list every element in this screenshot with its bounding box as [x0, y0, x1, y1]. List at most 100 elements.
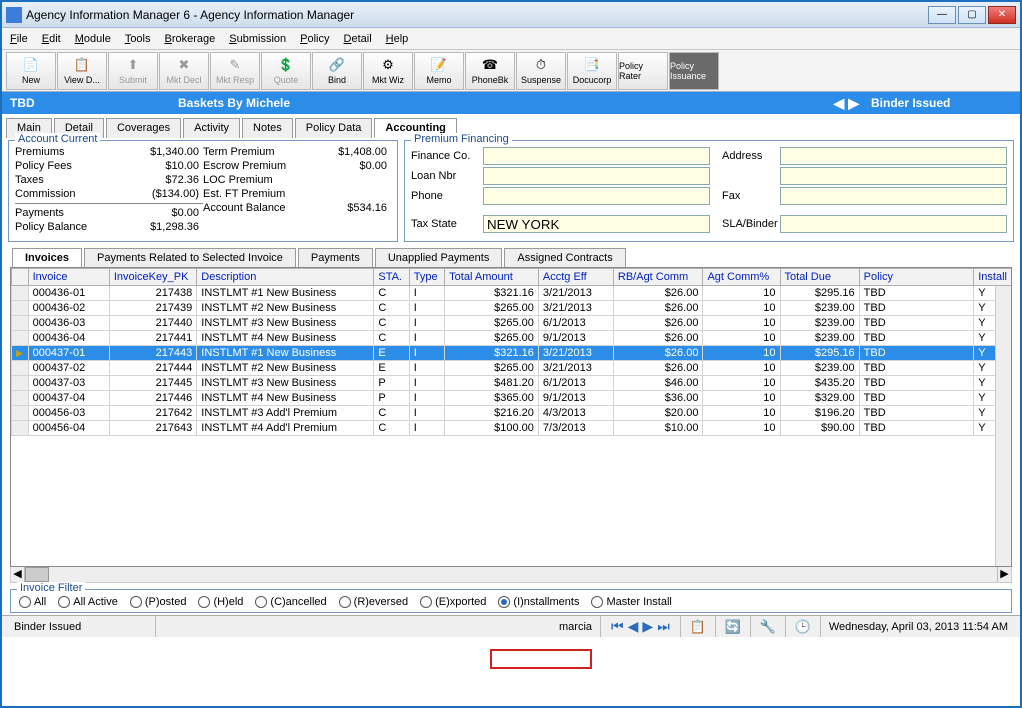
address2-input[interactable]	[780, 167, 1007, 185]
maximize-button[interactable]: ▢	[958, 6, 986, 24]
status-text: Binder Issued	[6, 616, 156, 637]
col-header[interactable]: RB/Agt Comm	[613, 269, 703, 286]
menu-brokerage[interactable]: Brokerage	[165, 33, 216, 45]
tab-policy-data[interactable]: Policy Data	[295, 118, 373, 138]
acct-row: Premiums$1,340.00	[15, 145, 203, 159]
sla-binder-input[interactable]	[780, 215, 1007, 233]
context-status: Binder Issued	[865, 96, 1020, 110]
toolbar-bind[interactable]: 🔗Bind	[312, 52, 362, 90]
filter--r-eversed[interactable]: (R)eversed	[339, 596, 408, 608]
col-header[interactable]: STA.	[374, 269, 409, 286]
finance-co-input[interactable]	[483, 147, 710, 165]
tax-state-input[interactable]	[483, 215, 710, 233]
menu-module[interactable]: Module	[75, 33, 111, 45]
nav-last-icon: ⏭	[655, 618, 672, 635]
phone-input[interactable]	[483, 187, 710, 205]
horizontal-scrollbar[interactable]: ◀ ▶	[10, 567, 1012, 583]
toolbar-mkt-resp: ✎Mkt Resp	[210, 52, 260, 90]
subtab-invoices[interactable]: Invoices	[12, 248, 82, 267]
toolbar-policy-issuance[interactable]: Policy Issuance	[669, 52, 719, 90]
context-client: Baskets By Michele	[170, 96, 827, 110]
menu-edit[interactable]: Edit	[42, 33, 61, 45]
fax-input[interactable]	[780, 187, 1007, 205]
toolbar-policy-rater[interactable]: Policy Rater	[618, 52, 668, 90]
menu-policy[interactable]: Policy	[300, 33, 329, 45]
subtab-payments[interactable]: Payments	[298, 248, 373, 267]
col-header[interactable]: InvoiceKey_PK	[109, 269, 196, 286]
sub-tabs: InvoicesPayments Related to Selected Inv…	[2, 244, 1020, 267]
col-header[interactable]: Agt Comm%	[703, 269, 780, 286]
table-row[interactable]: 000436-02217439INSTLMT #2 New BusinessCI…	[12, 301, 1013, 316]
col-header[interactable]: Type	[409, 269, 444, 286]
table-row[interactable]: 000436-04217441INSTLMT #4 New BusinessCI…	[12, 331, 1013, 346]
col-header[interactable]: Acctg Eff	[538, 269, 613, 286]
filter-all-active[interactable]: All Active	[58, 596, 118, 608]
premium-financing-legend: Premium Financing	[411, 133, 512, 145]
address-input[interactable]	[780, 147, 1007, 165]
tab-coverages[interactable]: Coverages	[106, 118, 181, 138]
filter--h-eld[interactable]: (H)eld	[198, 596, 243, 608]
col-header[interactable]: Total Amount	[445, 269, 539, 286]
nav-next-icon[interactable]: ▶	[848, 95, 859, 112]
toolbar-docucorp[interactable]: 📑Docucorp	[567, 52, 617, 90]
loan-nbr-input[interactable]	[483, 167, 710, 185]
filter--i-nstallments[interactable]: (I)nstallments	[498, 596, 579, 608]
table-row[interactable]: 000437-03217445INSTLMT #3 New BusinessPI…	[12, 376, 1013, 391]
table-row[interactable]: 000436-01217438INSTLMT #1 New BusinessCI…	[12, 286, 1013, 301]
table-row[interactable]: 000437-02217444INSTLMT #2 New BusinessEI…	[12, 361, 1013, 376]
toolbar-mkt-wiz[interactable]: ⚙Mkt Wiz	[363, 52, 413, 90]
address-label: Address	[722, 150, 780, 162]
table-row[interactable]: 000436-03217440INSTLMT #3 New BusinessCI…	[12, 316, 1013, 331]
col-header[interactable]: Description	[197, 269, 374, 286]
nav-prev-icon: ◀	[626, 618, 641, 635]
col-header[interactable]: Install	[974, 269, 1012, 286]
table-row[interactable]: 000437-01217443INSTLMT #1 New BusinessEI…	[12, 346, 1013, 361]
filter--c-ancelled[interactable]: (C)ancelled	[255, 596, 326, 608]
filter--p-osted[interactable]: (P)osted	[130, 596, 187, 608]
toolbar-new[interactable]: 📄New	[6, 52, 56, 90]
acct-row: Payments$0.00	[15, 206, 203, 220]
filter-all[interactable]: All	[19, 596, 46, 608]
menu-submission[interactable]: Submission	[229, 33, 286, 45]
filter--e-xported[interactable]: (E)xported	[420, 596, 486, 608]
subtab-payments-related-to-selected-invoice[interactable]: Payments Related to Selected Invoice	[84, 248, 296, 267]
record-nav[interactable]: ⏮◀▶⏭	[601, 616, 681, 637]
filter-master-install[interactable]: Master Install	[591, 596, 671, 608]
table-row[interactable]: 000456-04217643INSTLMT #4 Add'l PremiumC…	[12, 421, 1013, 436]
minimize-button[interactable]: —	[928, 6, 956, 24]
context-code: TBD	[2, 96, 170, 110]
col-header[interactable]: Total Due	[780, 269, 859, 286]
acct-row: Escrow Premium$0.00	[203, 159, 391, 173]
tool-icon: 🔧	[759, 619, 777, 635]
menu-tools[interactable]: Tools	[125, 33, 151, 45]
col-header[interactable]: Policy	[859, 269, 974, 286]
toolbar-view-d-[interactable]: 📋View D...	[57, 52, 107, 90]
tab-activity[interactable]: Activity	[183, 118, 240, 138]
toolbar-memo[interactable]: 📝Memo	[414, 52, 464, 90]
subtab-assigned-contracts[interactable]: Assigned Contracts	[504, 248, 625, 267]
menu-file[interactable]: File	[10, 33, 28, 45]
tab-notes[interactable]: Notes	[242, 118, 293, 138]
toolbar-submit: ⬆Submit	[108, 52, 158, 90]
highlight-annotation	[490, 649, 592, 669]
menu-detail[interactable]: Detail	[344, 33, 372, 45]
table-row[interactable]: 000437-04217446INSTLMT #4 New BusinessPI…	[12, 391, 1013, 406]
toolbar-suspense[interactable]: ⏱Suspense	[516, 52, 566, 90]
acct-row: Term Premium$1,408.00	[203, 145, 391, 159]
acct-row: Est. FT Premium	[203, 187, 391, 201]
vertical-scrollbar[interactable]	[995, 286, 1011, 566]
toolbar-mkt-decl: ✖Mkt Decl	[159, 52, 209, 90]
tax-state-label: Tax State	[411, 218, 483, 230]
nav-prev-icon[interactable]: ◀	[833, 95, 844, 112]
window-title: Agency Information Manager 6 - Agency In…	[26, 8, 928, 22]
col-header[interactable]: Invoice	[28, 269, 109, 286]
close-button[interactable]: ✕	[988, 6, 1016, 24]
toolbar-phonebk[interactable]: ☎PhoneBk	[465, 52, 515, 90]
nav-next-icon: ▶	[640, 618, 655, 635]
menu-help[interactable]: Help	[386, 33, 409, 45]
invoice-grid[interactable]: InvoiceInvoiceKey_PKDescriptionSTA.TypeT…	[10, 267, 1012, 567]
table-row[interactable]: 000456-03217642INSTLMT #3 Add'l PremiumC…	[12, 406, 1013, 421]
subtab-unapplied-payments[interactable]: Unapplied Payments	[375, 248, 503, 267]
loan-nbr-label: Loan Nbr	[411, 170, 483, 182]
toolbar-quote: 💲Quote	[261, 52, 311, 90]
